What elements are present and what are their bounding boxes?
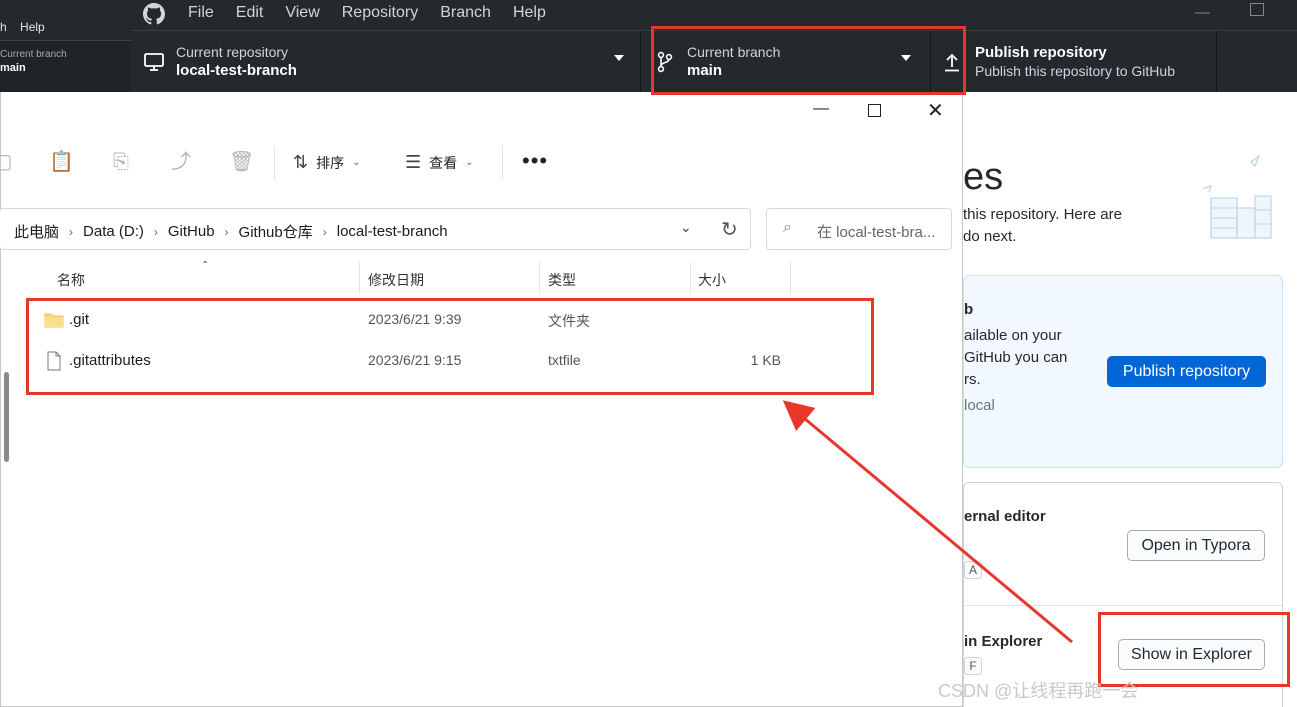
publish-card: b ailable on your GitHub you can rs. loc… xyxy=(963,275,1283,468)
repo-label: Current repository xyxy=(176,44,289,60)
chevron-down-icon xyxy=(614,55,624,61)
annotation-box-branch xyxy=(651,26,966,95)
publish-card-title: b xyxy=(964,301,974,318)
illustration-icon xyxy=(1203,154,1272,239)
publish-card-desc-line: rs. xyxy=(964,371,981,388)
publish-card-desc-line: GitHub you can xyxy=(964,349,1068,366)
background-menu-item[interactable]: h xyxy=(0,20,7,34)
subtitle-line: do next. xyxy=(963,228,1017,245)
page-subtitle: this repository. Here are do next. xyxy=(963,204,1173,248)
maximize-icon[interactable] xyxy=(868,104,881,117)
file-explorer-window: — ✕ ▢ 📋 ⎘ ⤴ 🗑 ⇅ 排序 ⌄ ☰ 查看 ⌄ ••• 此电脑 › Da… xyxy=(0,92,963,707)
navigation-pane xyxy=(1,262,15,707)
search-icon: ⌕ xyxy=(783,219,792,236)
breadcrumb-item[interactable]: GitHub xyxy=(168,223,215,240)
view-list-icon: ☰ xyxy=(405,152,422,172)
background-app-window: h Help Current branch main xyxy=(0,0,131,92)
toolbar-separator xyxy=(502,146,503,180)
publish-card-desc: ailable on your GitHub you can rs. xyxy=(964,325,1104,391)
view-button[interactable]: ☰ 查看 ⌄ xyxy=(405,152,474,173)
open-editor-row: ernal editor A Open in Typora xyxy=(964,483,1282,605)
column-header-size[interactable]: 大小 xyxy=(698,270,726,290)
sort-label: 排序 xyxy=(316,154,345,171)
current-repository-button[interactable]: Current repository local-test-branch xyxy=(131,31,641,93)
paste-icon[interactable]: 📋 xyxy=(49,150,74,174)
shortcut-key: A xyxy=(964,561,982,579)
open-in-typora-button[interactable]: Open in Typora xyxy=(1127,530,1265,561)
menu-file[interactable]: File xyxy=(188,4,214,22)
breadcrumb-item[interactable]: local-test-branch xyxy=(337,223,448,240)
background-branch-value: main xyxy=(0,62,26,74)
menu-branch[interactable]: Branch xyxy=(440,4,491,22)
open-editor-title: ernal editor xyxy=(964,508,1046,525)
chevron-down-icon: ⌄ xyxy=(352,157,361,168)
page-title: es xyxy=(963,156,1004,198)
file-list-header: ⌃ 名称 修改日期 类型 大小 xyxy=(1,260,801,294)
background-menu-help[interactable]: Help xyxy=(20,20,45,34)
annotation-box-files xyxy=(26,298,874,395)
sort-icon: ⇅ xyxy=(293,152,309,172)
view-label: 查看 xyxy=(429,154,458,171)
chevron-right-icon: › xyxy=(153,224,158,239)
more-options-icon[interactable]: ••• xyxy=(522,148,548,174)
chevron-down-icon: ⌄ xyxy=(465,157,474,168)
maximize-icon[interactable] xyxy=(1250,3,1264,16)
navigation-scrollbar[interactable] xyxy=(4,372,9,462)
publish-card-hint: local xyxy=(964,397,995,414)
address-bar[interactable]: 此电脑 › Data (D:) › GitHub › Github仓库 › lo… xyxy=(0,208,751,250)
share-icon[interactable]: ⤴ xyxy=(169,150,193,174)
column-divider[interactable] xyxy=(359,262,360,294)
breadcrumb-item[interactable]: Data (D:) xyxy=(83,223,144,240)
chevron-down-icon[interactable]: ⌄ xyxy=(680,219,692,236)
minimize-icon[interactable]: — xyxy=(813,100,829,118)
sort-button[interactable]: ⇅ 排序 ⌄ xyxy=(293,152,360,173)
column-divider[interactable] xyxy=(539,262,540,294)
background-branch-button[interactable]: Current branch main xyxy=(0,40,131,92)
monitor-icon xyxy=(144,53,164,71)
refresh-icon[interactable]: ↻ xyxy=(721,217,738,242)
new-icon[interactable]: ▢ xyxy=(0,150,15,174)
shortcut-key: F xyxy=(964,657,982,675)
column-header-type[interactable]: 类型 xyxy=(548,270,576,290)
publish-repository-button[interactable]: Publish repository Publish this reposito… xyxy=(931,31,1217,93)
repo-value: local-test-branch xyxy=(176,62,297,79)
github-logo-icon xyxy=(143,3,165,25)
minimize-icon[interactable]: — xyxy=(1195,4,1210,21)
close-icon[interactable]: ✕ xyxy=(927,98,944,123)
column-divider[interactable] xyxy=(690,262,691,294)
gh-menubar: File Edit View Repository Branch Help xyxy=(188,4,568,22)
column-header-name[interactable]: 名称 xyxy=(57,270,85,290)
show-in-explorer-title: in Explorer xyxy=(964,633,1043,650)
breadcrumb-item[interactable]: 此电脑 xyxy=(14,221,59,242)
breadcrumb-item[interactable]: Github仓库 xyxy=(239,221,313,242)
background-branch-label: Current branch xyxy=(0,49,67,60)
menu-repository[interactable]: Repository xyxy=(342,4,418,22)
delete-icon[interactable]: 🗑 xyxy=(229,150,254,174)
watermark: CSDN @让线程再跑一会 xyxy=(938,681,1139,701)
background-app-menu: h Help xyxy=(0,20,55,34)
chevron-right-icon: › xyxy=(69,224,74,239)
chevron-right-icon: › xyxy=(224,224,229,239)
rename-icon[interactable]: ⎘ xyxy=(109,150,133,174)
publish-desc: Publish this repository to GitHub xyxy=(975,63,1175,79)
column-header-modified[interactable]: 修改日期 xyxy=(368,270,424,290)
search-box[interactable]: ⌕ 在 local-test-bra... xyxy=(766,208,952,250)
sort-ascending-icon: ⌃ xyxy=(201,260,210,271)
toolbar-separator xyxy=(274,146,275,180)
subtitle-line: this repository. Here are xyxy=(963,206,1122,223)
column-divider[interactable] xyxy=(790,262,791,294)
search-input[interactable]: 在 local-test-bra... xyxy=(817,221,935,242)
breadcrumb: 此电脑 › Data (D:) › GitHub › Github仓库 › lo… xyxy=(0,221,448,242)
publish-title: Publish repository xyxy=(975,44,1107,61)
publish-card-desc-line: ailable on your xyxy=(964,327,1062,344)
chevron-right-icon: › xyxy=(322,224,327,239)
menu-view[interactable]: View xyxy=(285,4,319,22)
publish-repository-button[interactable]: Publish repository xyxy=(1107,356,1266,387)
menu-edit[interactable]: Edit xyxy=(236,4,264,22)
explorer-toolbar: ▢ 📋 ⎘ ⤴ 🗑 ⇅ 排序 ⌄ ☰ 查看 ⌄ ••• xyxy=(0,134,963,192)
menu-help[interactable]: Help xyxy=(513,4,546,22)
annotation-box-show-explorer xyxy=(1098,612,1290,687)
